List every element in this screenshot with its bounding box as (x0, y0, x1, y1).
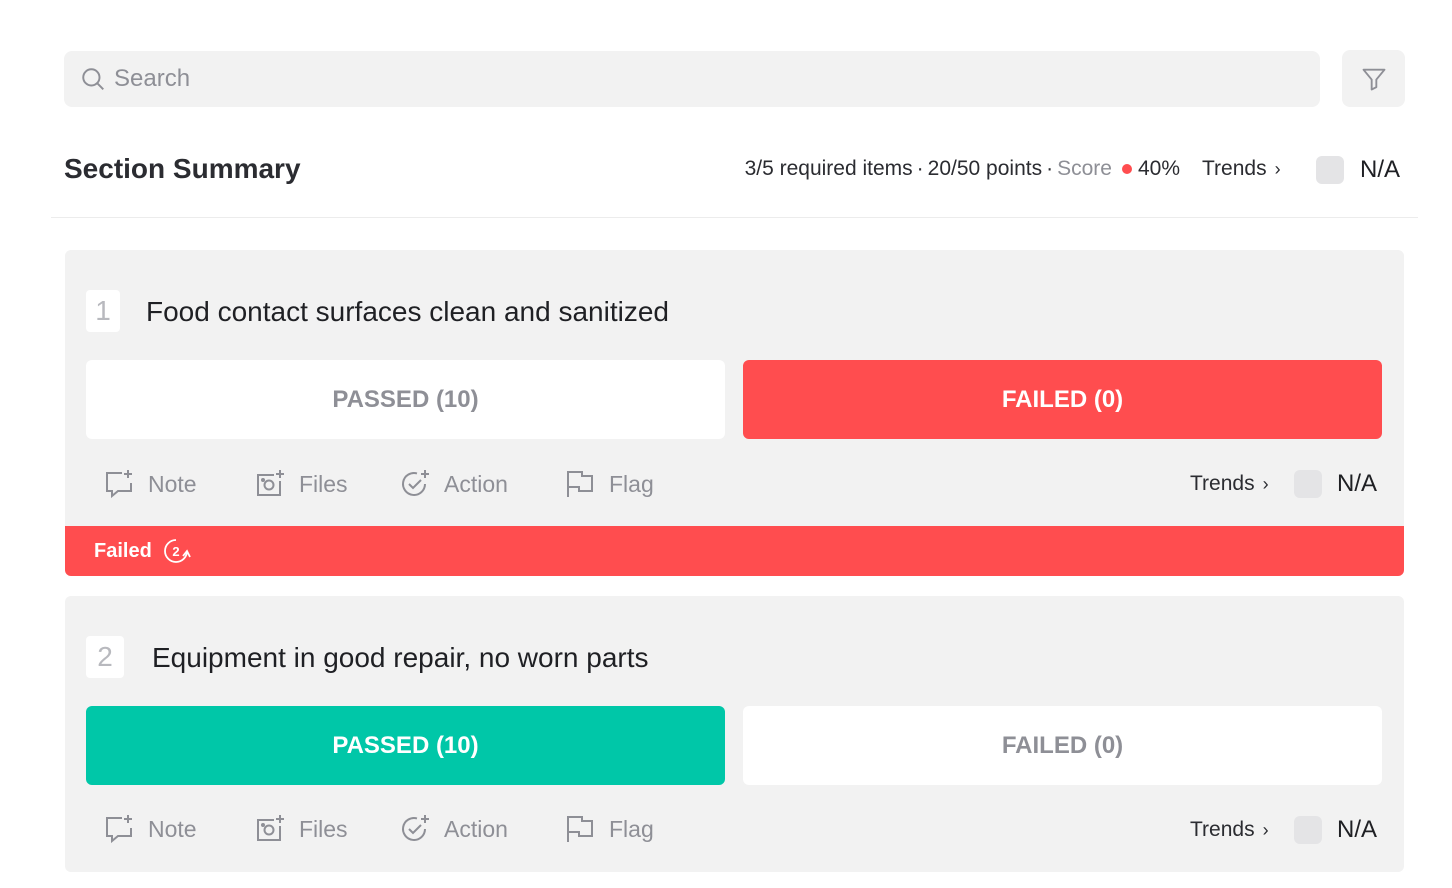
note-icon (106, 815, 132, 844)
trends-label: Trends (1190, 818, 1255, 841)
score-label: Score (1057, 157, 1112, 180)
filter-button[interactable] (1342, 50, 1405, 107)
action-label: Action (444, 470, 508, 497)
retry-count: 2 (172, 544, 179, 559)
inspection-item-1: 1 Food contact surfaces clean and saniti… (65, 250, 1404, 576)
retry-count-icon: 2 (163, 539, 191, 563)
note-label: Note (148, 470, 197, 497)
camera-plus-icon (257, 470, 284, 496)
item-question: Equipment in good repair, no worn parts (152, 642, 649, 673)
failed-button[interactable]: FAILED (0) (743, 360, 1382, 439)
note-label: Note (148, 815, 197, 842)
item-na-label: N/A (1337, 816, 1378, 843)
status-label: Failed (94, 539, 152, 562)
flag-icon (567, 816, 593, 842)
failed-status-bar: Failed 2 (65, 526, 1404, 576)
action-label: Action (444, 815, 508, 842)
divider (51, 217, 1418, 218)
summary-na-checkbox[interactable] (1316, 156, 1344, 184)
failed-button[interactable]: FAILED (0) (743, 706, 1382, 785)
flag-button[interactable]: Flag (563, 467, 654, 501)
inspection-item-2: 2 Equipment in good repair, no worn part… (65, 596, 1404, 872)
note-button[interactable]: Note (102, 467, 253, 501)
passed-button[interactable]: PASSED (10) (86, 706, 725, 785)
action-button[interactable]: Action (398, 812, 563, 846)
passed-button[interactable]: PASSED (10) (86, 360, 725, 439)
flag-button[interactable]: Flag (563, 812, 654, 846)
check-circle-plus-icon (402, 815, 429, 841)
item-trends-link[interactable]: Trends › (1190, 472, 1269, 496)
search-icon (82, 68, 104, 90)
flag-label: Flag (609, 815, 654, 842)
chevron-right-icon: › (1274, 158, 1281, 179)
score-value: 40% (1137, 157, 1180, 180)
item-number: 2 (86, 636, 124, 678)
item-number: 1 (86, 290, 120, 332)
search-bar[interactable] (64, 51, 1320, 107)
filter-icon (1362, 68, 1385, 90)
files-button[interactable]: Files (253, 812, 398, 846)
summary-stats: 3/5 required items · 20/50 points · Scor… (745, 157, 1180, 181)
item-actions: Note Files Action Flag (102, 467, 654, 501)
required-items: 3/5 required items (744, 157, 913, 180)
files-label: Files (299, 470, 348, 497)
files-button[interactable]: Files (253, 467, 398, 501)
flag-icon (567, 471, 593, 497)
summary-na-label: N/A (1360, 156, 1401, 183)
action-button[interactable]: Action (398, 467, 563, 501)
item-na-label: N/A (1337, 470, 1378, 497)
item-actions: Note Files Action Flag (102, 812, 654, 846)
summary-trends-link[interactable]: Trends › (1202, 157, 1281, 181)
check-circle-plus-icon (402, 470, 429, 496)
section-summary-title: Section Summary (64, 153, 301, 184)
camera-plus-icon (257, 815, 284, 841)
points: 20/50 points (927, 157, 1043, 180)
note-button[interactable]: Note (102, 812, 253, 846)
item-trends-link[interactable]: Trends › (1190, 818, 1269, 842)
trends-label: Trends (1190, 472, 1255, 495)
item-na-checkbox[interactable] (1294, 470, 1322, 498)
separator: · (916, 157, 924, 180)
score-status-dot (1121, 164, 1132, 174)
chevron-right-icon: › (1262, 473, 1269, 494)
note-icon (106, 470, 132, 499)
separator: · (1046, 157, 1054, 180)
item-question: Food contact surfaces clean and sanitize… (146, 296, 669, 327)
flag-label: Flag (609, 470, 654, 497)
chevron-right-icon: › (1262, 819, 1269, 840)
search-input[interactable] (114, 65, 1294, 93)
item-na-checkbox[interactable] (1294, 816, 1322, 844)
trends-label: Trends (1202, 157, 1267, 180)
files-label: Files (299, 815, 348, 842)
